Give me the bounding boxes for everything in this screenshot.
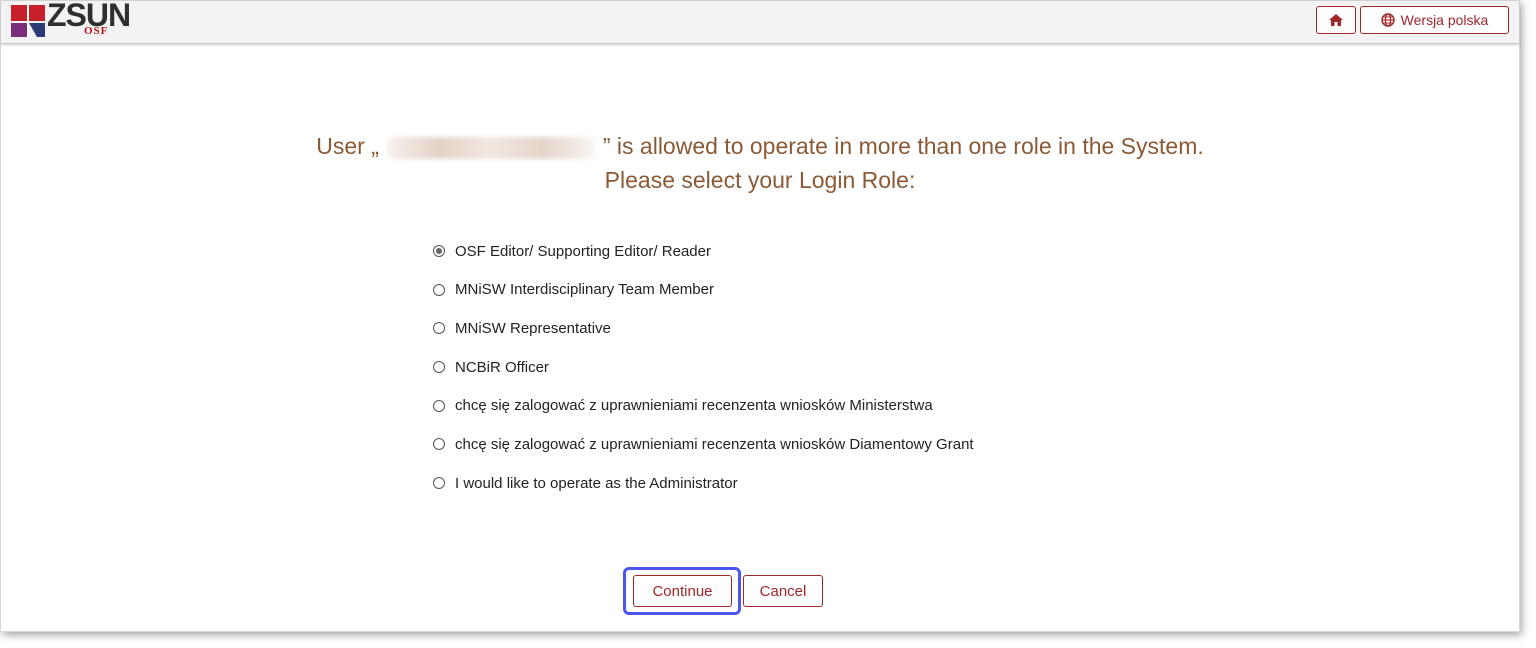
login-role-panel: ZSUN OSF Wersja polska User „ ” is allowe… xyxy=(0,0,1520,632)
role-option[interactable]: MNiSW Interdisciplinary Team Member xyxy=(433,278,974,302)
radio-button[interactable] xyxy=(433,399,445,412)
radio-button[interactable] xyxy=(433,361,445,374)
logo-subtext: OSF xyxy=(84,25,109,37)
role-option[interactable]: NCBiR Officer xyxy=(433,355,974,379)
language-switch-label: Wersja polska xyxy=(1400,12,1489,28)
role-label: OSF Editor/ Supporting Editor/ Reader xyxy=(455,242,711,260)
globe-icon xyxy=(1380,13,1395,27)
radio-button[interactable] xyxy=(433,283,445,296)
blurred-username xyxy=(386,136,595,159)
radio-button[interactable] xyxy=(433,438,445,451)
role-radio-group: OSF Editor/ Supporting Editor/ Reader MN… xyxy=(433,239,974,510)
role-label: MNiSW Representative xyxy=(455,319,611,337)
radio-button[interactable] xyxy=(433,245,445,257)
prompt-suffix: ” is allowed to operate in more than one… xyxy=(602,133,1204,159)
radio-button[interactable] xyxy=(433,322,445,335)
continue-button[interactable]: Continue xyxy=(633,575,732,607)
home-icon xyxy=(1329,14,1343,26)
role-option[interactable]: MNiSW Representative xyxy=(433,316,974,340)
role-option[interactable]: chcę się zalogować z uprawnieniami recen… xyxy=(433,394,974,418)
zsun-logo[interactable]: ZSUN OSF xyxy=(11,0,141,41)
role-option[interactable]: chcę się zalogować z uprawnieniami recen… xyxy=(433,432,974,456)
role-label: NCBiR Officer xyxy=(455,358,549,376)
language-switch-button[interactable]: Wersja polska xyxy=(1360,6,1509,34)
logo-mark-icon xyxy=(11,5,45,37)
cancel-button[interactable]: Cancel xyxy=(743,575,823,607)
role-label: I would like to operate as the Administr… xyxy=(455,474,738,492)
top-bar: ZSUN OSF Wersja polska xyxy=(1,0,1519,44)
role-prompt-line1: User „ ” is allowed to operate in more th… xyxy=(1,133,1519,160)
role-label: chcę się zalogować z uprawnieniami recen… xyxy=(455,435,974,453)
role-prompt-line2: Please select your Login Role: xyxy=(604,167,916,193)
role-option[interactable]: OSF Editor/ Supporting Editor/ Reader xyxy=(433,239,974,263)
prompt-prefix: User „ xyxy=(316,133,379,159)
role-label: MNiSW Interdisciplinary Team Member xyxy=(455,281,714,299)
role-label: chcę się zalogować z uprawnieniami recen… xyxy=(455,397,933,415)
home-button[interactable] xyxy=(1316,6,1356,34)
radio-button[interactable] xyxy=(433,477,445,490)
role-option[interactable]: I would like to operate as the Administr… xyxy=(433,471,974,495)
